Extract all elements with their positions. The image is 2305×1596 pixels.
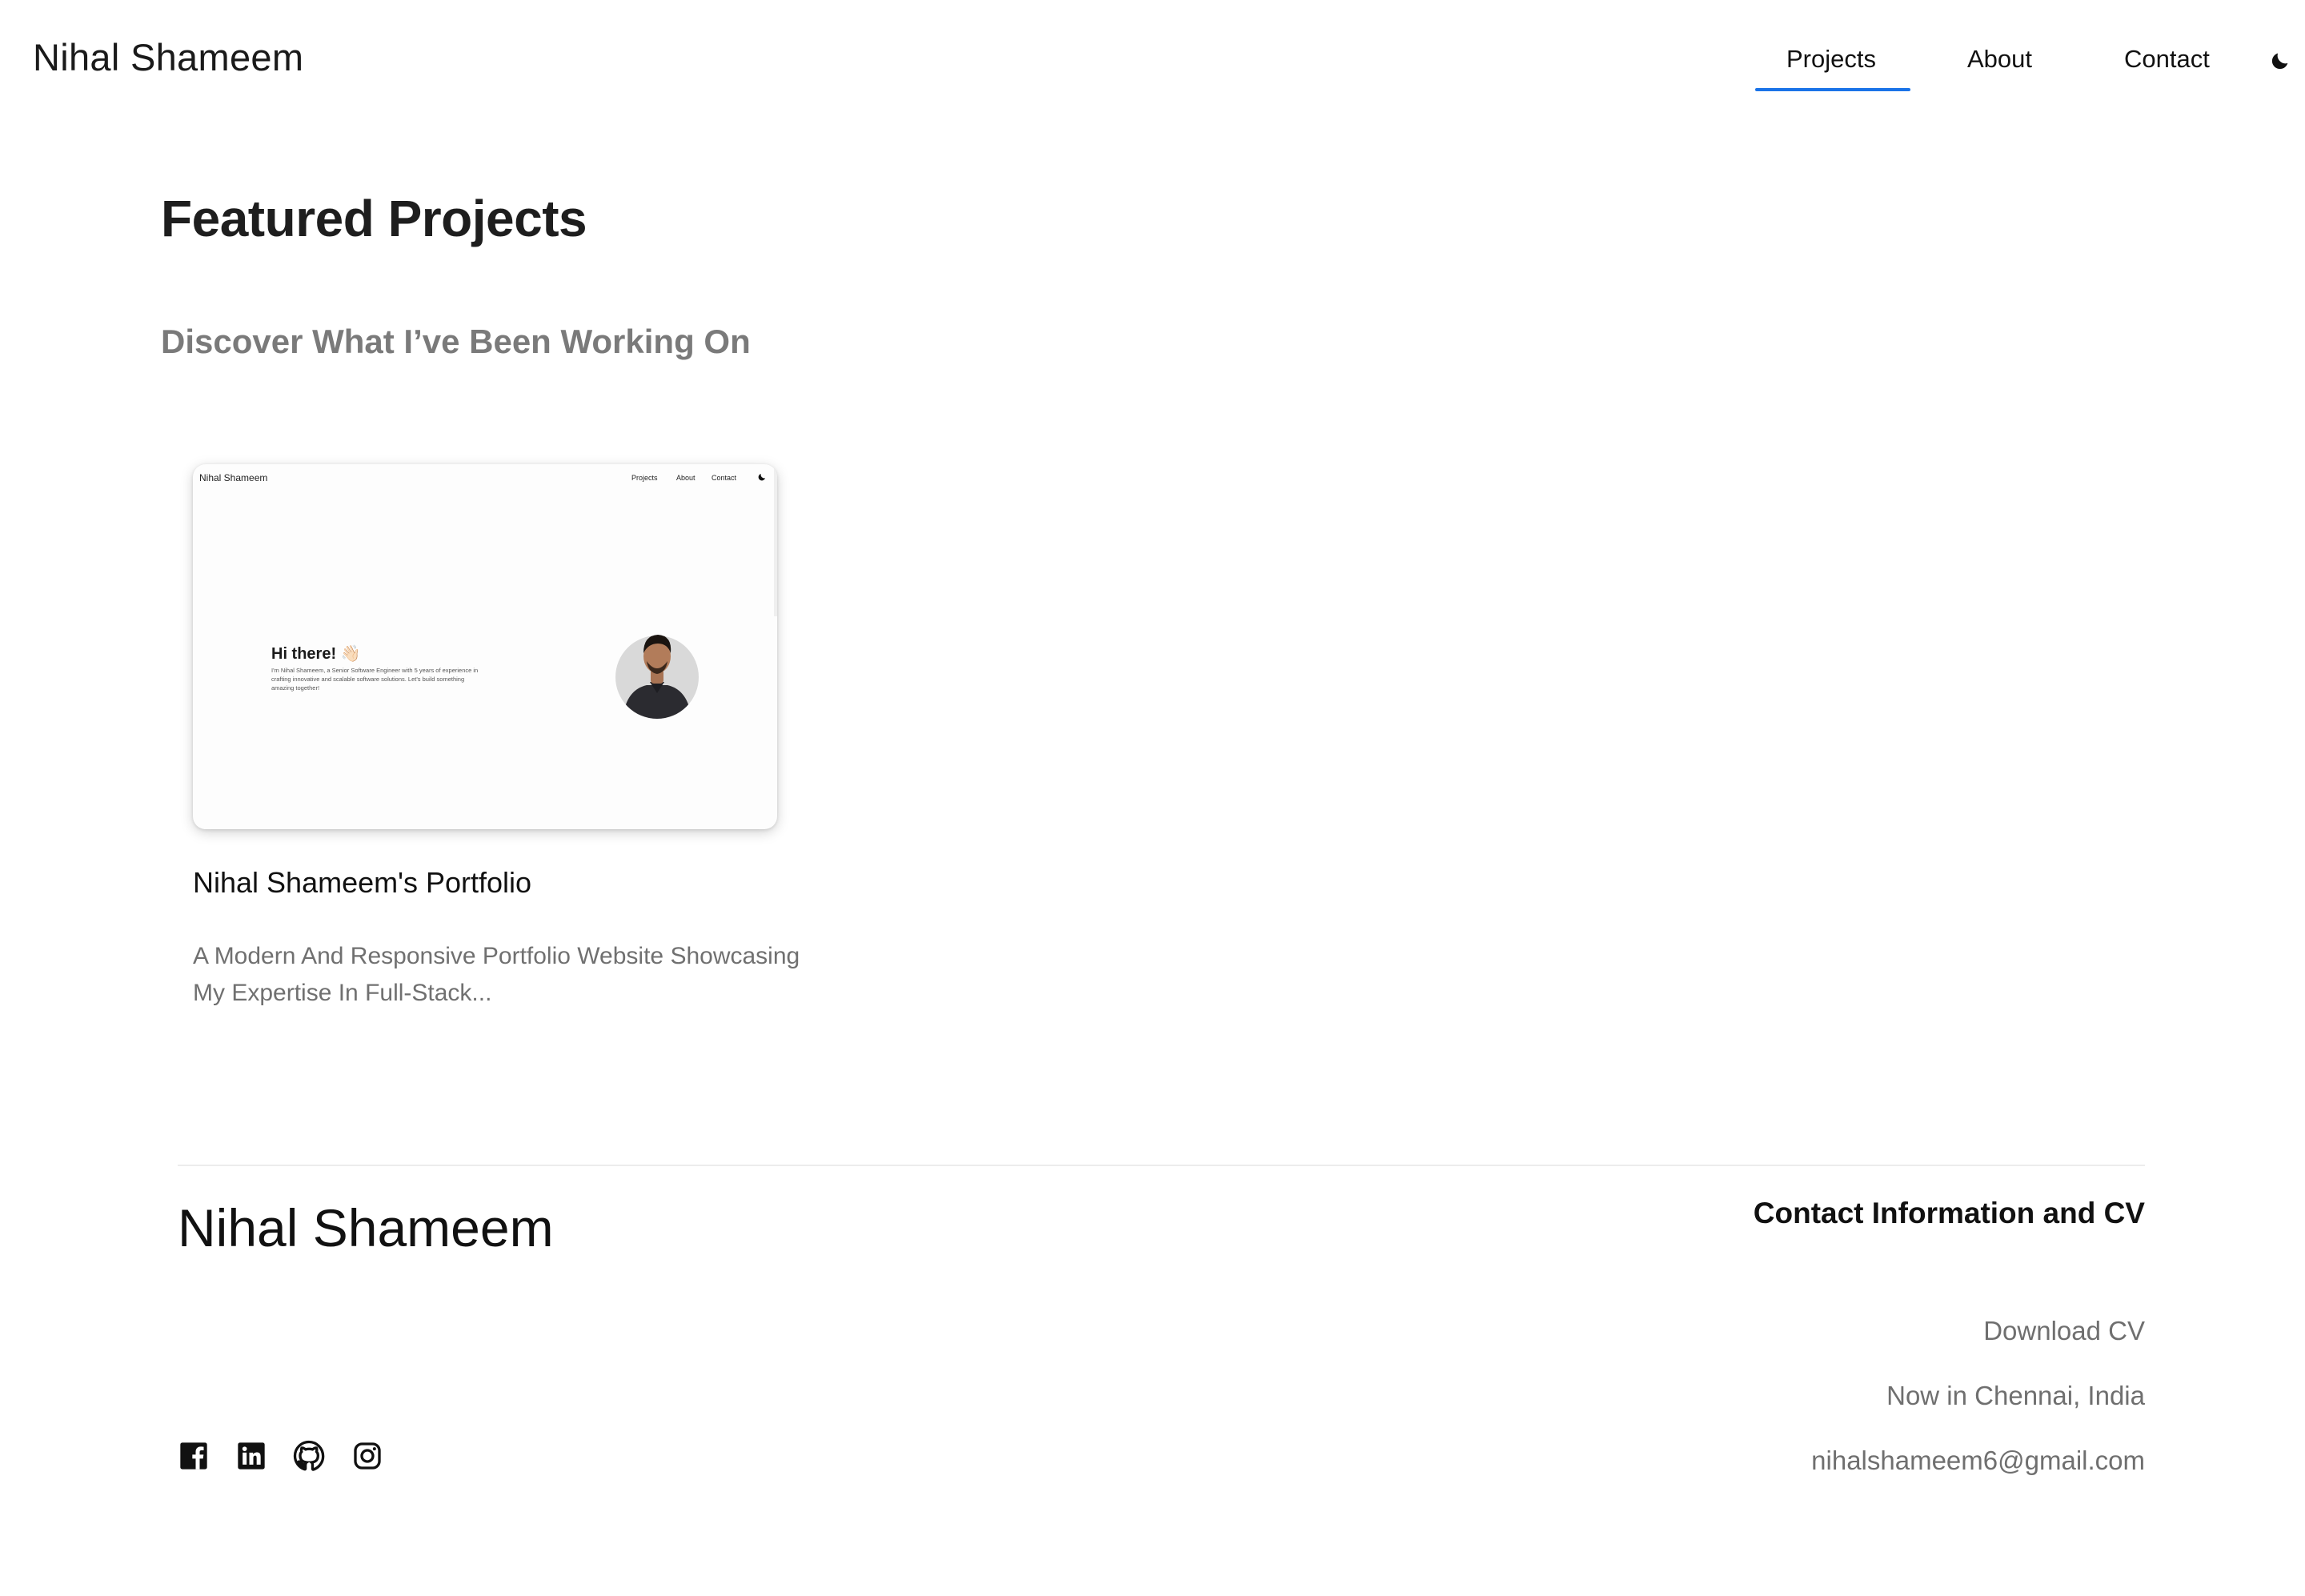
project-description: A Modern And Responsive Portfolio Websit… — [193, 943, 800, 1006]
footer-brand: Nihal Shameem — [178, 1198, 554, 1257]
thumb-intro: I'm Nihal Shameem, a Senior Software Eng… — [271, 667, 479, 692]
thumb-nav-contact: Contact — [712, 474, 737, 482]
nav-contact[interactable]: Contact — [2124, 45, 2210, 74]
location-text: Now in Chennai, India — [1886, 1381, 2145, 1410]
page-title: Featured Projects — [161, 190, 587, 247]
project-title[interactable]: Nihal Shameem's Portfolio — [193, 866, 531, 900]
project-card[interactable]: Nihal Shameem Projects About Contact Hi … — [193, 464, 800, 1006]
github-icon[interactable] — [293, 1440, 325, 1472]
site-header: Nihal Shameem Projects About Contact — [0, 0, 2305, 120]
project-thumbnail[interactable]: Nihal Shameem Projects About Contact Hi … — [193, 464, 777, 829]
thumb-nav-about: About — [676, 474, 696, 482]
thumb-greeting: Hi there! 👋🏻 — [271, 645, 361, 663]
thumb-edge — [774, 464, 777, 616]
facebook-icon[interactable] — [178, 1440, 210, 1472]
email-link[interactable]: nihalshameem6@gmail.com — [1811, 1446, 2145, 1476]
thumb-brand: Nihal Shameem — [199, 472, 268, 483]
footer-divider — [178, 1165, 2145, 1166]
download-cv-link[interactable]: Download CV — [1983, 1316, 2145, 1346]
thumb-nav-projects: Projects — [631, 474, 658, 482]
footer-contact-heading: Contact Information and CV — [1753, 1197, 2145, 1229]
page-subtitle: Discover What I’ve Been Working On — [161, 323, 751, 360]
thumb-moon-icon — [758, 474, 765, 481]
avatar — [615, 635, 699, 719]
active-nav-indicator — [1755, 88, 1910, 91]
brand-logo[interactable]: Nihal Shameem — [33, 35, 303, 79]
linkedin-icon[interactable] — [235, 1440, 267, 1472]
nav-about[interactable]: About — [1967, 45, 2032, 74]
page: Nihal Shameem Projects About Contact Fea… — [0, 0, 2305, 1596]
theme-toggle-button[interactable] — [2269, 50, 2291, 72]
instagram-icon[interactable] — [351, 1440, 383, 1472]
nav-projects[interactable]: Projects — [1786, 45, 1876, 74]
moon-icon — [2271, 53, 2288, 70]
